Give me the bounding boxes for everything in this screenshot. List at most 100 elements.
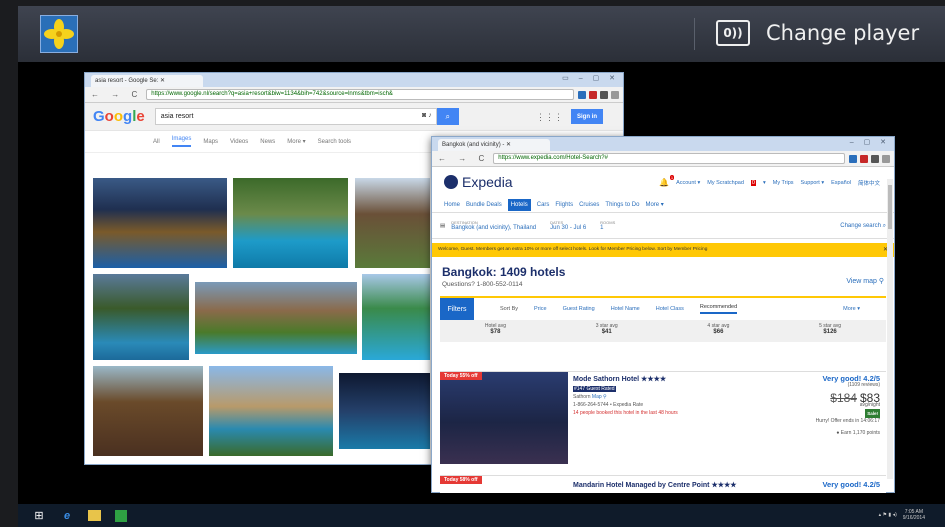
ext-icon[interactable]	[860, 154, 868, 163]
scratchpad-dropdown[interactable]: ▾	[763, 180, 766, 186]
nav-buttons[interactable]: ← → C	[438, 154, 489, 163]
hotel-price-panel: Very good! 4.2/5 (1109 reviews) $184 $83 …	[816, 375, 880, 437]
player-icon: 0))	[716, 20, 750, 46]
change-player-button[interactable]: 0)) Change player	[716, 20, 919, 46]
nav-home[interactable]: Home	[444, 202, 460, 208]
rooms-field[interactable]: ROOMS 1	[600, 220, 615, 231]
tab-more[interactable]: More ▾	[287, 138, 305, 145]
expedia-tab-title: Bangkok (and vicinity) -	[442, 142, 507, 148]
scrollbar[interactable]	[887, 179, 893, 479]
account-link[interactable]: Account ▾	[676, 180, 700, 186]
sign-in-button[interactable]: Sign in	[571, 109, 603, 124]
hotel-photo[interactable]	[440, 372, 568, 464]
scratchpad-link[interactable]: My Scratchpad	[707, 180, 744, 186]
ext-icon[interactable]	[849, 154, 857, 163]
camera-mic-icons[interactable]: ◙ ♪	[422, 112, 432, 119]
image-result-thumbnail[interactable]	[339, 373, 430, 449]
offer-countdown: Hurry! Offer ends in 14:06:17	[815, 418, 880, 424]
expedia-tab[interactable]: Bangkok (and vicinity) - ✕	[438, 139, 550, 151]
window-controls[interactable]: – ▢ ✕	[850, 138, 890, 146]
hotel-name[interactable]: Mode Sathorn Hotel ★★★★	[573, 375, 666, 383]
hotel-phone: 1-866-264-5744 • Expedia Rate	[573, 402, 644, 408]
tab-news[interactable]: News	[260, 139, 275, 145]
ext-icon[interactable]	[600, 90, 608, 99]
expedia-logo[interactable]: Expedia	[444, 174, 513, 190]
ext-icon[interactable]	[578, 90, 586, 99]
image-result-thumbnail[interactable]	[195, 282, 357, 354]
expedia-browser-window[interactable]: Bangkok (and vicinity) - ✕ – ▢ ✕ ← → C h…	[431, 136, 895, 493]
menu-icon[interactable]	[882, 154, 890, 163]
google-tab-title: asia resort - Google Se:	[95, 78, 159, 84]
google-search-input[interactable]: asia resort ◙ ♪	[154, 108, 437, 125]
nav-more[interactable]: More ▾	[645, 201, 663, 208]
nav-buttons[interactable]: ← → C	[91, 90, 142, 99]
search-icon[interactable]: ⌕	[436, 108, 459, 125]
internet-explorer-icon[interactable]: e	[60, 509, 74, 523]
image-result-thumbnail[interactable]	[93, 178, 227, 268]
change-player-label: Change player	[766, 21, 920, 45]
ext-icon[interactable]	[589, 90, 597, 99]
change-search-link[interactable]: Change search ⌕	[840, 223, 886, 230]
nav-cruises[interactable]: Cruises	[579, 202, 599, 208]
image-result-thumbnail[interactable]	[362, 274, 430, 360]
bell-icon[interactable]: 🔔 1	[659, 175, 675, 187]
tray-icons[interactable]: ▴ ⚑ ▮ ◂)	[879, 512, 897, 518]
espanol-link[interactable]: Español	[831, 180, 851, 186]
suitcase-icon: ▤	[440, 222, 446, 229]
menu-icon[interactable]	[611, 90, 619, 99]
google-window-titlebar: asia resort - Google Se: ✕ ▭ – ▢ ✕	[85, 73, 623, 87]
3-star-avg: 3 star avg $41	[595, 323, 618, 335]
guest-rated-tag: #147 Guest Rated	[573, 386, 616, 392]
nav-bundle-deals[interactable]: Bundle Deals	[466, 202, 502, 208]
review-count[interactable]: (1109 reviews)	[816, 382, 880, 389]
extension-icons[interactable]	[578, 90, 619, 99]
nav-hotels[interactable]: Hotels	[507, 198, 531, 211]
hotel-card[interactable]: Today 55% off Mode Sathorn Hotel ★★★★ #1…	[440, 371, 886, 467]
filters-button[interactable]: Filters	[440, 298, 474, 320]
hotel-name[interactable]: Mandarin Hotel Managed by Centre Point ★…	[573, 481, 737, 489]
scrollbar-thumb[interactable]	[888, 185, 892, 229]
tab-all[interactable]: All	[153, 139, 160, 145]
chinese-link[interactable]: 简体中文	[858, 179, 880, 187]
sort-hotel-class[interactable]: Hotel Class	[656, 306, 684, 312]
hotel-price: $184 $83	[830, 391, 880, 405]
image-result-thumbnail[interactable]	[93, 366, 203, 456]
google-address-row: ← → C https://www.google.nl/search?q=asi…	[85, 87, 623, 103]
expedia-url-bar[interactable]: https://www.expedia.com/Hotel-Search?#	[493, 153, 845, 164]
windows-start-icon[interactable]: ⊞	[32, 509, 46, 523]
extension-icons[interactable]	[849, 154, 890, 163]
tab-videos[interactable]: Videos	[230, 139, 248, 145]
hotel-card[interactable]: Today 58% off Mandarin Hotel Managed by …	[440, 475, 886, 493]
window-controls[interactable]: ▭ – ▢ ✕	[562, 74, 619, 82]
results-title: Bangkok: 1409 hotels	[442, 265, 566, 279]
map-link[interactable]: Map ⚲	[592, 394, 607, 400]
google-tab[interactable]: asia resort - Google Se: ✕	[91, 75, 203, 87]
store-icon[interactable]	[115, 509, 127, 522]
sort-more[interactable]: More ▾	[843, 306, 860, 312]
sort-price[interactable]: Price	[534, 306, 547, 312]
nav-flights[interactable]: Flights	[555, 202, 573, 208]
file-explorer-icon[interactable]	[88, 510, 101, 521]
ext-icon[interactable]	[871, 154, 879, 163]
image-result-thumbnail[interactable]	[233, 178, 348, 268]
image-result-thumbnail[interactable]	[209, 366, 333, 456]
clock[interactable]: 7:05 AM 9/16/2014	[903, 509, 925, 521]
destination-field[interactable]: DESTINATION Bangkok (and vicinity), Thail…	[451, 220, 536, 231]
my-trips-link[interactable]: My Trips	[773, 180, 794, 186]
apps-grid-icon[interactable]: ⋮⋮⋮	[536, 112, 563, 123]
view-map-link[interactable]: View map ⚲	[846, 277, 884, 285]
tab-images[interactable]: Images	[171, 136, 192, 147]
sort-recommended[interactable]: Recommended	[699, 304, 738, 314]
image-result-thumbnail[interactable]	[93, 274, 189, 360]
sort-hotel-name[interactable]: Hotel Name	[611, 306, 640, 312]
tab-search-tools[interactable]: Search tools	[318, 139, 351, 145]
nav-things-to-do[interactable]: Things to Do	[605, 202, 639, 208]
nav-cars[interactable]: Cars	[537, 202, 550, 208]
dates-field[interactable]: DATES Jun 30 - Jul 6	[550, 220, 586, 231]
support-link[interactable]: Support ▾	[801, 180, 825, 186]
tab-maps[interactable]: Maps	[203, 139, 218, 145]
sort-guest-rating[interactable]: Guest Rating	[563, 306, 595, 312]
windows-taskbar: ⊞ e ▴ ⚑ ▮ ◂) 7:05 AM 9/16/2014	[18, 504, 945, 527]
google-url-bar[interactable]: https://www.google.nl/search?q=asia+reso…	[146, 89, 574, 100]
image-result-thumbnail[interactable]	[355, 178, 430, 268]
